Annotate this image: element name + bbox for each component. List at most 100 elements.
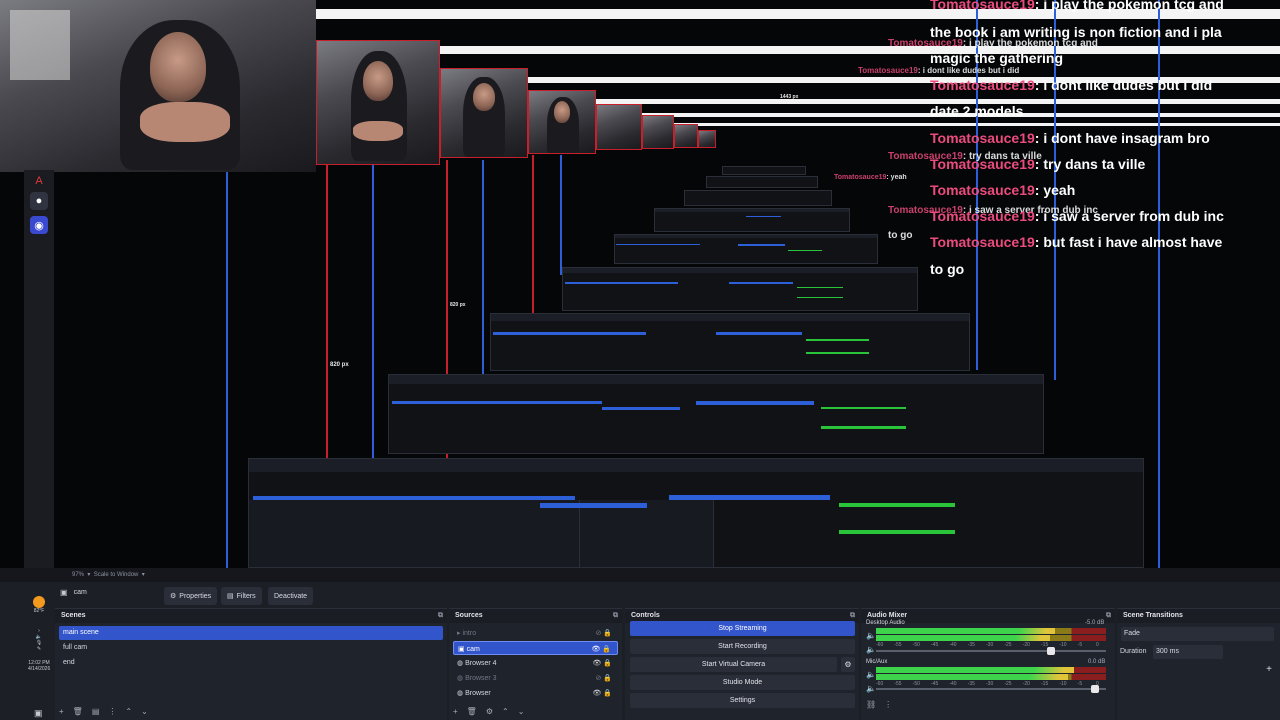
studio-mode-button[interactable]: Studio Mode (630, 675, 855, 690)
db-tick-label: -60 (876, 642, 884, 648)
meter-fill (876, 667, 1074, 673)
speaker-icon[interactable]: 🔈 (866, 684, 876, 693)
start-virtual-camera-button[interactable]: Start Virtual Camera (630, 657, 837, 672)
undock-icon[interactable]: ⧉ (1106, 612, 1111, 620)
speaker-icon[interactable]: 🔈 (866, 631, 876, 640)
add-icon[interactable]: + (59, 707, 64, 716)
db-scale: -60 -55 -50 -45 -40 -35 -30 -25 -20 -15 -10 -5 0 (876, 681, 1106, 687)
db-tick-label: -25 (1004, 681, 1012, 687)
meter-fill (876, 674, 1068, 680)
meter-fill (876, 635, 1051, 641)
db-tick-label: -5 (1077, 642, 1083, 648)
transition-select[interactable]: Fade (1121, 627, 1274, 641)
source-item[interactable]: ◍ Browser 3 ⊘ 🔒 (453, 671, 618, 685)
filters-button[interactable]: ▤ Filters (221, 587, 262, 605)
scene-transitions-header: Scene Transitions (1117, 609, 1280, 623)
mixer-footer: ⛓ ⋮ (866, 700, 892, 709)
move-up-icon[interactable]: ⌃ (125, 707, 132, 716)
db-tick-label: -45 (931, 681, 939, 687)
preview-canvas[interactable]: 820 px 820 px 1443 px Tomatosauce19: i p… (0, 0, 1280, 568)
pen-icon[interactable]: ✎ (28, 646, 50, 652)
source-toolbar: ▣ cam ⚙ Properties ▤ Filters Deactivate (0, 582, 1280, 610)
scene-item[interactable]: main scene (59, 626, 443, 640)
desktop-audio-meter (876, 635, 1106, 641)
speaker-icon[interactable]: 🔈 (866, 645, 876, 654)
trash-icon[interactable]: 🗑 (73, 707, 83, 716)
properties-button[interactable]: ⚙ Properties (164, 587, 218, 605)
db-tick-label: -55 (894, 681, 902, 687)
db-tick-label: -55 (894, 642, 902, 648)
more-icon[interactable]: ⋮ (884, 700, 892, 709)
webcam-copy (440, 68, 528, 158)
obs-icon: ● (30, 192, 48, 210)
duration-input[interactable]: 300 ms (1153, 645, 1223, 659)
link-icon[interactable]: ⛓ (866, 700, 876, 709)
trash-icon[interactable]: 🗑 (467, 707, 477, 716)
scene-item[interactable]: end (59, 656, 443, 670)
source-item[interactable]: ▣ cam 👁 🔒 (453, 641, 618, 655)
move-down-icon[interactable]: ⌄ (518, 707, 525, 716)
mic-aux-meter (876, 674, 1106, 680)
desktop-audio-meter (876, 628, 1106, 634)
mic-icon[interactable]: 🔈 (866, 670, 876, 679)
desktop-audio-volume-slider[interactable] (876, 647, 1106, 655)
gear-icon: ⚙ (170, 593, 177, 600)
db-tick-label: -30 (986, 642, 994, 648)
virtual-camera-settings-icon[interactable]: ⚙ (841, 657, 855, 672)
eye-icon[interactable]: 👁 🔒 (591, 645, 611, 653)
nested-obs-copy (614, 234, 878, 264)
source-item[interactable]: ◍ Browser 👁 🔒 (453, 686, 618, 700)
settings-button[interactable]: Settings (630, 693, 855, 708)
eye-icon[interactable]: 👁 🔒 (592, 689, 612, 697)
mic-aux-db: 0.0 dB (1088, 659, 1106, 665)
visibility-hidden-icon[interactable]: ⊘ 🔒 (595, 674, 612, 682)
scene-item[interactable]: full cam (59, 641, 443, 655)
weather-temp: 82°F (33, 608, 45, 614)
eye-icon[interactable]: 👁 🔒 (592, 659, 612, 667)
more-icon[interactable]: ⋮ (108, 707, 116, 716)
mic-aux-volume-slider[interactable] (876, 685, 1106, 693)
add-transition-icon[interactable]: + (1266, 664, 1272, 675)
zoom-dropdown[interactable]: 97% ▾ Scale to Window ▾ (72, 571, 145, 578)
volume-knob[interactable] (1047, 647, 1056, 655)
db-tick-label: -35 (967, 642, 975, 648)
nested-obs-copy (654, 208, 850, 232)
undock-icon[interactable]: ⧉ (850, 612, 855, 620)
db-tick-label: 0 (1096, 642, 1099, 648)
weather-icon (33, 596, 45, 608)
source-item[interactable]: ◍ Browser 4 👁 🔒 (453, 656, 618, 670)
db-tick-label: -40 (949, 642, 957, 648)
webcam-feed (0, 0, 316, 172)
source-item[interactable]: ▸ intro ⊘ 🔒 (453, 626, 618, 640)
ghost-chat: Tomatosauce19: yeah (834, 174, 907, 181)
add-icon[interactable]: + (453, 707, 458, 716)
undock-icon[interactable]: ⧉ (613, 612, 618, 620)
deactivate-button[interactable]: Deactivate (268, 587, 314, 605)
sources-footer: + 🗑 ⚙ ⌃ ⌄ (453, 707, 524, 716)
nested-obs-copy (562, 267, 918, 311)
captured-taskbar: A ● ◉ (24, 170, 54, 568)
system-tray: 82°F › 🔈 🎙 ✎ 12:02 PM 4/14/2026 (28, 596, 50, 720)
undock-icon[interactable]: ⧉ (438, 612, 443, 620)
nested-obs-copy (490, 313, 970, 371)
bottom-corner-icon[interactable]: ▣ (34, 708, 43, 719)
scenes-panel: Scenes ⧉ main scene full cam end + 🗑 ▤ ⋮ … (55, 608, 447, 720)
sources-panel: Sources ⧉ ▸ intro ⊘ 🔒 ▣ cam 👁 🔒 ◍ Browser 4… (449, 608, 622, 720)
move-up-icon[interactable]: ⌃ (502, 707, 509, 716)
gear-icon[interactable]: ⚙ (486, 707, 493, 716)
scene-transitions-panel: Scene Transitions Fade Duration 300 ms + (1117, 608, 1280, 720)
visibility-hidden-icon[interactable]: ⊘ 🔒 (595, 629, 612, 637)
stop-streaming-button[interactable]: Stop Streaming (630, 621, 855, 636)
webcam-copy (698, 130, 716, 148)
start-recording-button[interactable]: Start Recording (630, 639, 855, 654)
mic-aux-meter (876, 667, 1106, 673)
db-tick-label: -50 (912, 681, 920, 687)
db-tick-label: -35 (967, 681, 975, 687)
move-down-icon[interactable]: ⌄ (141, 707, 148, 716)
db-tick-label: -40 (949, 681, 957, 687)
volume-knob[interactable] (1091, 685, 1100, 693)
preview-status-bar: 97% ▾ Scale to Window ▾ (0, 568, 1280, 582)
webcam-copy (674, 124, 698, 148)
filter-icon[interactable]: ▤ (92, 707, 100, 716)
guide-line (226, 172, 228, 568)
